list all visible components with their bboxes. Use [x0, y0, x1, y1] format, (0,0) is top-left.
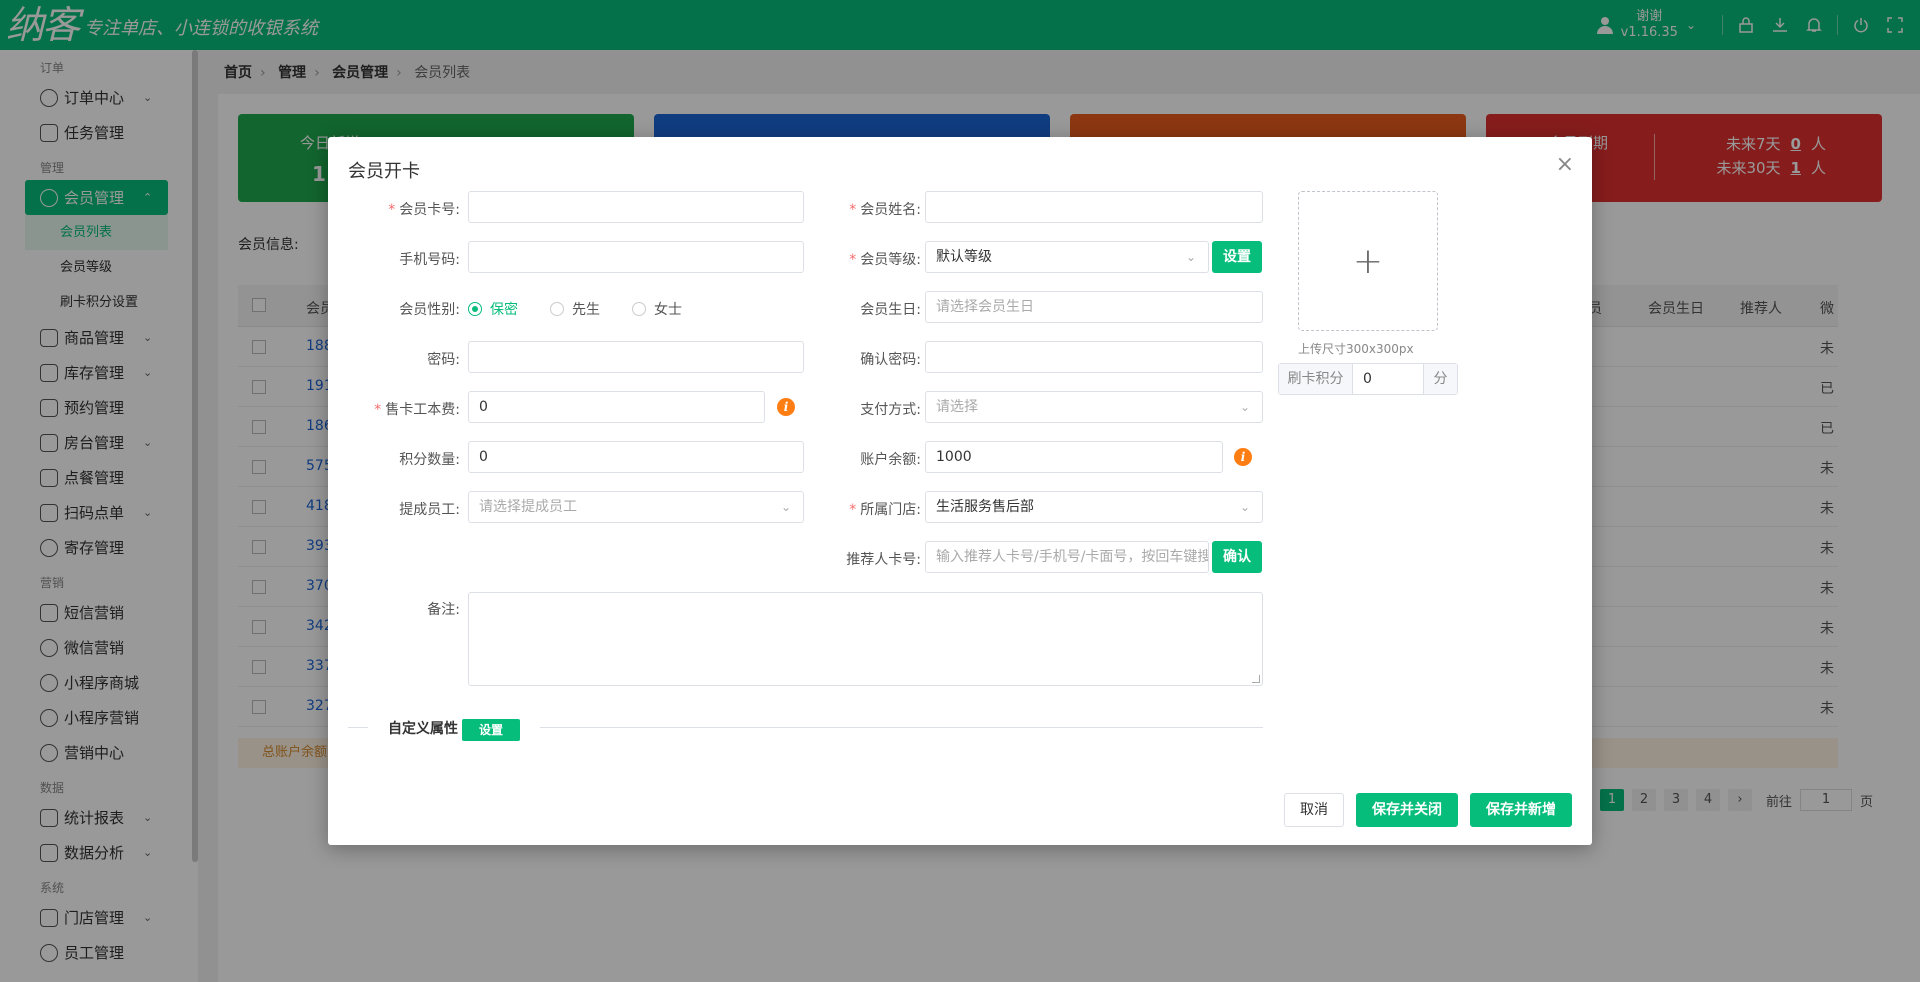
divider: [540, 727, 1263, 728]
custom-attr-label: 自定义属性: [388, 721, 458, 737]
chevron-down-icon: ⌄: [1239, 400, 1250, 414]
remark-label: 备注:: [427, 602, 460, 618]
pay-method-select[interactable]: 请选择 ⌄: [925, 391, 1263, 423]
save-close-button[interactable]: 保存并关闭: [1356, 793, 1458, 827]
staff-placeholder: 请选择提成员工: [479, 499, 577, 515]
cancel-button[interactable]: 取消: [1284, 793, 1344, 827]
card-no-label: * 会员卡号:: [388, 202, 460, 218]
dialog-title: 会员开卡: [348, 161, 420, 182]
level-select[interactable]: 默认等级 ⌄: [925, 241, 1209, 273]
pay-method-placeholder: 请选择: [936, 399, 978, 415]
phone-label: 手机号码:: [399, 252, 460, 268]
gender-radio-male[interactable]: 先生: [550, 299, 600, 319]
phone-input[interactable]: [468, 241, 804, 273]
card-points-input-group: 刷卡积分 0 分: [1278, 363, 1458, 395]
staff-label: 提成员工:: [399, 502, 460, 518]
password-label: 密码:: [427, 352, 460, 368]
referrer-label: 推荐人卡号:: [846, 552, 921, 568]
card-points-suffix: 分: [1423, 364, 1457, 394]
points-input[interactable]: 0: [468, 441, 804, 473]
gender-radio-female[interactable]: 女士: [632, 299, 682, 319]
upload-tip: 上传尺寸300x300px: [1298, 342, 1414, 356]
card-no-input[interactable]: [468, 191, 804, 223]
store-value: 生活服务售后部: [936, 499, 1034, 515]
chevron-down-icon: ⌄: [1185, 250, 1196, 264]
name-input[interactable]: [925, 191, 1263, 223]
fee-input[interactable]: 0: [468, 391, 765, 423]
remark-textarea[interactable]: [468, 592, 1263, 686]
store-label: * 所属门店:: [849, 502, 921, 518]
birthday-label: 会员生日:: [860, 302, 921, 318]
name-label: * 会员姓名:: [849, 202, 921, 218]
member-open-card-dialog: 会员开卡 × * 会员卡号: * 会员姓名: 手机号码: * 会员等级: 默认等级 ⌄ …: [328, 137, 1592, 845]
save-new-button[interactable]: 保存并新增: [1470, 793, 1572, 827]
info-icon[interactable]: i: [777, 398, 795, 416]
store-select[interactable]: 生活服务售后部 ⌄: [925, 491, 1263, 523]
chevron-down-icon: ⌄: [1239, 500, 1250, 514]
radio-dot: [468, 302, 482, 316]
gender-radio-secret[interactable]: 保密: [468, 299, 518, 319]
balance-input[interactable]: 1000: [925, 441, 1223, 473]
level-value: 默认等级: [936, 249, 992, 265]
resize-handle[interactable]: [1252, 675, 1260, 683]
referrer-input[interactable]: 输入推荐人卡号/手机号/卡面号，按回车键搜索: [925, 541, 1209, 573]
points-label: 积分数量:: [399, 452, 460, 468]
birthday-picker[interactable]: 请选择会员生日: [925, 291, 1263, 323]
fee-label: * 售卡工本费:: [374, 402, 460, 418]
radio-dot: [550, 302, 564, 316]
level-settings-button[interactable]: 设置: [1212, 241, 1262, 273]
referrer-confirm-button[interactable]: 确认: [1212, 541, 1262, 573]
close-icon[interactable]: ×: [1556, 154, 1574, 176]
pay-method-label: 支付方式:: [860, 402, 921, 418]
confirm-password-input[interactable]: [925, 341, 1263, 373]
divider: [348, 727, 368, 728]
info-icon[interactable]: i: [1234, 448, 1252, 466]
level-label: * 会员等级:: [849, 252, 921, 268]
card-points-input[interactable]: 0: [1353, 364, 1423, 394]
password-input[interactable]: [468, 341, 804, 373]
radio-dot: [632, 302, 646, 316]
balance-label: 账户余额:: [860, 452, 921, 468]
plus-icon: +: [1352, 240, 1384, 282]
staff-select[interactable]: 请选择提成员工 ⌄: [468, 491, 804, 523]
card-points-prefix: 刷卡积分: [1279, 364, 1353, 394]
confirm-password-label: 确认密码:: [860, 352, 921, 368]
avatar-upload[interactable]: +: [1298, 191, 1438, 331]
custom-attr-settings-button[interactable]: 设置: [462, 719, 520, 741]
chevron-down-icon: ⌄: [780, 500, 791, 514]
gender-label: 会员性别:: [399, 302, 460, 318]
